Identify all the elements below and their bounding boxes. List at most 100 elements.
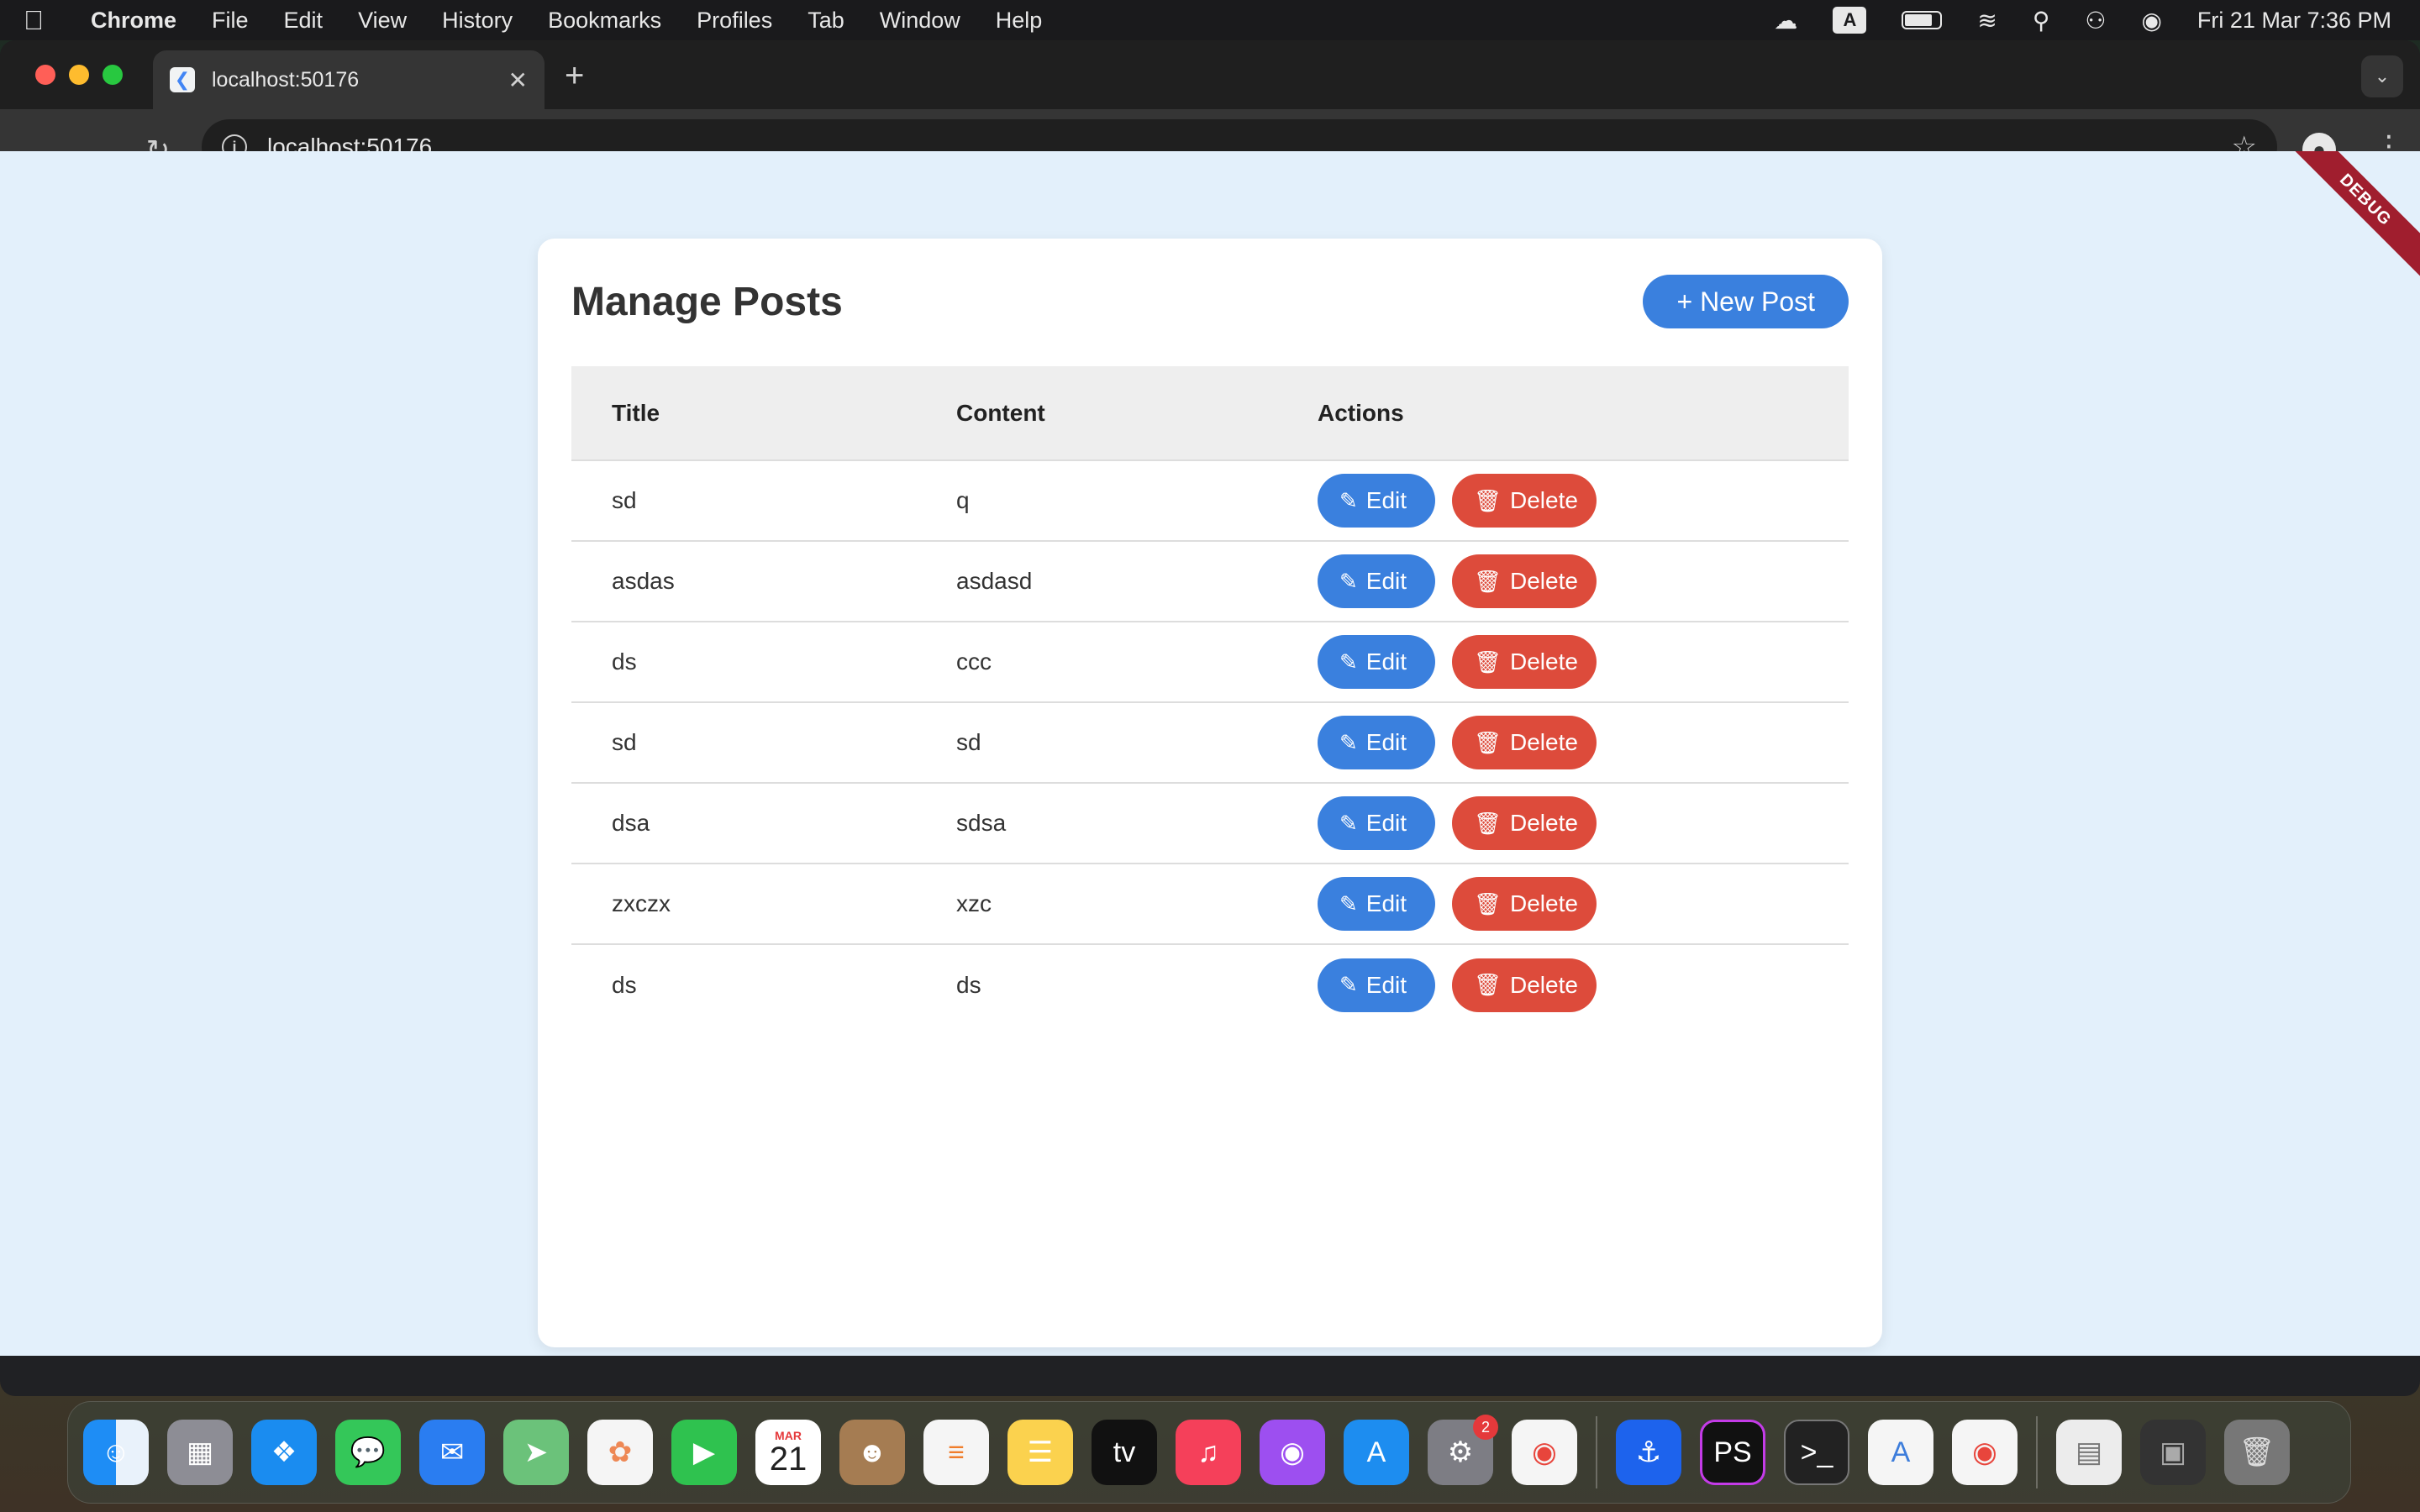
weather-alert-icon[interactable]: ☁	[1774, 7, 1797, 34]
trash-icon: 🗑	[1474, 810, 1502, 836]
edit-button[interactable]: ✎ Edit	[1318, 958, 1435, 1012]
close-window-button[interactable]	[35, 65, 55, 85]
menu-window[interactable]: Window	[880, 8, 960, 34]
minimize-window-button[interactable]	[69, 65, 89, 85]
control-center-icon[interactable]: ⚇	[2085, 7, 2106, 34]
phpstorm-icon[interactable]: PS	[1700, 1420, 1765, 1485]
pencil-icon: ✎	[1339, 890, 1358, 916]
page-viewport: DEBUG Manage Posts + New Post Title Cont…	[0, 151, 2420, 1356]
pencil-icon: ✎	[1339, 729, 1358, 755]
delete-button[interactable]: 🗑 Delete	[1452, 958, 1597, 1012]
chrome-icon[interactable]: ◉	[1512, 1420, 1577, 1485]
new-post-button[interactable]: + New Post	[1643, 275, 1849, 328]
edit-button[interactable]: ✎ Edit	[1318, 474, 1435, 528]
new-tab-icon[interactable]: +	[565, 57, 584, 95]
delete-label: Delete	[1510, 810, 1578, 836]
table-row: sd q ✎ Edit 🗑 Delete	[571, 460, 1849, 541]
edit-label: Edit	[1365, 810, 1407, 836]
menu-edit[interactable]: Edit	[284, 8, 324, 34]
edit-label: Edit	[1365, 971, 1407, 998]
calendar-icon[interactable]: MAR 21	[755, 1420, 821, 1485]
safari-icon[interactable]: ❖	[251, 1420, 317, 1485]
tab-search-chevron-icon[interactable]: ⌄	[2361, 55, 2403, 97]
podcasts-icon[interactable]: ◉	[1260, 1420, 1325, 1485]
apple-tv-icon[interactable]: tv	[1092, 1420, 1157, 1485]
trash-icon: 🗑	[1474, 568, 1502, 594]
window-controls	[35, 65, 123, 85]
notes-icon[interactable]: ☰	[1007, 1420, 1073, 1485]
edit-button[interactable]: ✎ Edit	[1318, 635, 1435, 689]
trash-bin-icon[interactable]: 🗑	[2224, 1420, 2290, 1485]
chrome-second-icon[interactable]: ◉	[1952, 1420, 2018, 1485]
menu-file[interactable]: File	[212, 8, 249, 34]
menu-help[interactable]: Help	[996, 8, 1043, 34]
post-title-cell: zxczx	[612, 890, 671, 916]
column-header-title: Title	[612, 399, 660, 426]
system-settings-icon[interactable]: ⚙ 2	[1428, 1415, 1498, 1485]
pencil-icon: ✎	[1339, 568, 1358, 594]
notification-badge: 2	[1473, 1415, 1498, 1440]
post-content-cell: xzc	[956, 890, 992, 916]
facetime-icon[interactable]: ▶	[671, 1420, 737, 1485]
column-header-content: Content	[956, 399, 1045, 426]
delete-button[interactable]: 🗑 Delete	[1452, 877, 1597, 931]
menubar-clock[interactable]: Fri 21 Mar 7:36 PM	[2197, 8, 2391, 34]
menu-bar:  Chrome File Edit View History Bookmark…	[0, 0, 2420, 40]
input-source-icon[interactable]: A	[1833, 7, 1867, 34]
posts-card: Manage Posts + New Post Title Content Ac…	[538, 239, 1882, 1347]
siri-icon[interactable]: ◉	[2141, 7, 2161, 34]
messages-icon[interactable]: 💬	[335, 1420, 401, 1485]
post-content-cell: asdasd	[956, 568, 1033, 594]
edit-button[interactable]: ✎ Edit	[1318, 796, 1435, 850]
browser-tab[interactable]: ❮ localhost:50176 ✕	[153, 50, 544, 109]
delete-label: Delete	[1510, 890, 1578, 916]
battery-icon[interactable]	[1902, 11, 1943, 29]
menu-app-name[interactable]: Chrome	[91, 8, 176, 34]
table-row: ds ccc ✎ Edit 🗑 Delete	[571, 622, 1849, 702]
android-studio-icon[interactable]: A	[1868, 1420, 1933, 1485]
edit-button[interactable]: ✎ Edit	[1318, 877, 1435, 931]
music-icon[interactable]: ♫	[1176, 1420, 1241, 1485]
document-stack-icon[interactable]: ▤	[2056, 1420, 2122, 1485]
edit-label: Edit	[1365, 648, 1407, 675]
docker-icon[interactable]: ⚓	[1616, 1420, 1681, 1485]
mail-icon[interactable]: ✉	[419, 1420, 485, 1485]
delete-button[interactable]: 🗑 Delete	[1452, 635, 1597, 689]
terminal-icon[interactable]: >_	[1784, 1420, 1849, 1485]
trash-icon: 🗑	[1474, 648, 1502, 675]
maps-icon[interactable]: ➤	[503, 1420, 569, 1485]
delete-button[interactable]: 🗑 Delete	[1452, 796, 1597, 850]
pencil-icon: ✎	[1339, 487, 1358, 513]
menu-profiles[interactable]: Profiles	[697, 8, 772, 34]
fullscreen-window-button[interactable]	[103, 65, 123, 85]
trash-icon: 🗑	[1474, 487, 1502, 513]
close-tab-icon[interactable]: ✕	[508, 66, 528, 94]
spotlight-search-icon[interactable]: ⚲	[2033, 7, 2050, 34]
post-title-cell: ds	[612, 648, 637, 675]
posts-table: Title Content Actions sd q ✎ Edit 🗑 Delete…	[571, 366, 1849, 1025]
wifi-icon[interactable]: ≋	[1977, 7, 1996, 34]
menu-history[interactable]: History	[442, 8, 513, 34]
edit-button[interactable]: ✎ Edit	[1318, 554, 1435, 608]
table-row: zxczx xzc ✎ Edit 🗑 Delete	[571, 864, 1849, 944]
launchpad-icon[interactable]: ▦	[167, 1420, 233, 1485]
edit-label: Edit	[1365, 890, 1407, 916]
reminders-icon[interactable]: ≡	[923, 1420, 989, 1485]
photos-icon[interactable]: ✿	[587, 1420, 653, 1485]
menu-view[interactable]: View	[358, 8, 407, 34]
edit-button[interactable]: ✎ Edit	[1318, 716, 1435, 769]
menu-tab[interactable]: Tab	[808, 8, 844, 34]
contacts-icon[interactable]: ☻	[839, 1420, 905, 1485]
post-title-cell: dsa	[612, 810, 650, 836]
delete-button[interactable]: 🗑 Delete	[1452, 474, 1597, 528]
delete-button[interactable]: 🗑 Delete	[1452, 716, 1597, 769]
delete-label: Delete	[1510, 487, 1578, 513]
flutter-favicon-icon: ❮	[170, 67, 195, 92]
menu-bookmarks[interactable]: Bookmarks	[548, 8, 661, 34]
screenshot-stack-icon[interactable]: ▣	[2140, 1420, 2206, 1485]
apple-menu-icon[interactable]: 	[24, 5, 69, 36]
delete-button[interactable]: 🗑 Delete	[1452, 554, 1597, 608]
pencil-icon: ✎	[1339, 810, 1358, 836]
finder-icon[interactable]: ☺	[83, 1420, 149, 1485]
app-store-icon[interactable]: A	[1344, 1420, 1409, 1485]
